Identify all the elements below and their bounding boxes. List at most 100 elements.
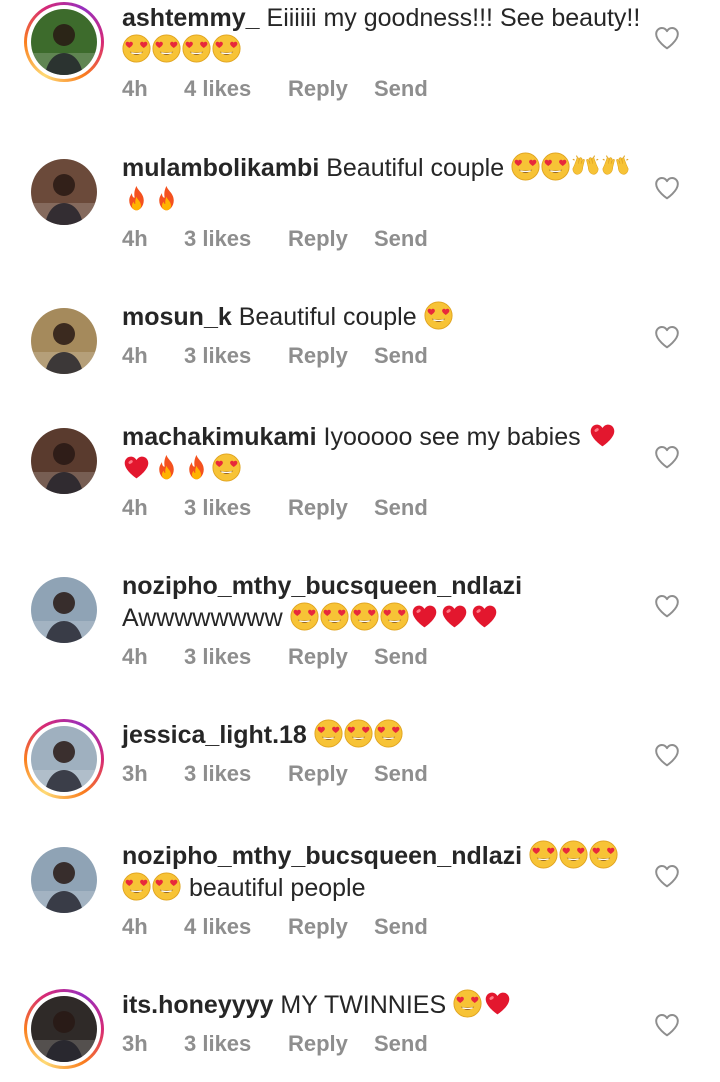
comment-time: 4h — [122, 495, 148, 520]
red-heart-emoji-icon — [485, 992, 510, 1015]
comment-username[interactable]: nozipho_mthy_bucsqueen_ndlazi — [122, 572, 522, 600]
red-heart-emoji-icon — [124, 456, 149, 479]
like-heart-icon[interactable] — [654, 325, 682, 351]
comment-text: nozipho_mthy_bucsqueen_ndlazi Awwwwwwww — [122, 570, 642, 634]
send-button[interactable]: Send — [374, 914, 428, 940]
fire-emoji-icon — [159, 185, 174, 211]
raising-hands-emoji-icon — [572, 155, 599, 175]
fire-emoji-icon — [189, 454, 204, 480]
comment-time: 3h — [122, 1031, 148, 1056]
red-heart-emoji-icon — [442, 605, 466, 628]
avatar[interactable] — [24, 989, 104, 1069]
comment-time: 4h — [122, 76, 148, 101]
comment-likes[interactable]: 3 likes — [184, 761, 288, 787]
comment-text: its.honeyyyy MY TWINNIES — [122, 989, 642, 1021]
comment-time: 4h — [122, 226, 148, 251]
heart-eyes-emoji-icon — [453, 989, 482, 1018]
reply-button[interactable]: Reply — [288, 914, 374, 940]
comment-meta: 4h 3 likes Reply Send — [122, 644, 642, 670]
comment-meta: 4h 3 likes Reply Send — [122, 226, 642, 252]
heart-eyes-emoji-icon — [424, 301, 453, 330]
comment-likes[interactable]: 3 likes — [184, 1031, 288, 1057]
comment-body: jessica_light.18 3h 3 likes Reply Send — [122, 719, 642, 787]
send-button[interactable]: Send — [374, 343, 428, 369]
fire-emoji-icon — [129, 185, 144, 211]
raising-hands-emoji-icon — [602, 155, 629, 175]
comment-meta: 3h 3 likes Reply Send — [122, 761, 642, 787]
comment-meta: 3h 3 likes Reply Send — [122, 1031, 642, 1057]
avatar[interactable] — [24, 2, 104, 82]
send-button[interactable]: Send — [374, 76, 428, 102]
comment-message: Awwwwwwww — [122, 604, 283, 632]
reply-button[interactable]: Reply — [288, 495, 374, 521]
comment-meta: 4h 3 likes Reply Send — [122, 343, 642, 369]
comment-username[interactable]: machakimukami — [122, 423, 317, 451]
heart-eyes-emoji-icon — [122, 872, 151, 901]
red-heart-emoji-icon — [590, 424, 614, 447]
avatar[interactable] — [24, 570, 104, 650]
comment-likes[interactable]: 4 likes — [184, 914, 288, 940]
reply-button[interactable]: Reply — [288, 76, 374, 102]
comment-message: Iyooooo see my babies — [316, 423, 581, 451]
comment-meta: 4h 4 likes Reply Send — [122, 914, 642, 940]
comment-likes[interactable]: 3 likes — [184, 226, 288, 252]
like-heart-icon[interactable] — [654, 864, 682, 890]
like-heart-icon[interactable] — [654, 743, 682, 769]
comment-likes[interactable]: 3 likes — [184, 644, 288, 670]
comment-time: 4h — [122, 914, 148, 939]
avatar[interactable] — [24, 301, 104, 381]
comment-text: jessica_light.18 — [122, 719, 642, 751]
reply-button[interactable]: Reply — [288, 226, 374, 252]
reply-button[interactable]: Reply — [288, 1031, 374, 1057]
comment-body: its.honeyyyy MY TWINNIES 3h 3 likes Reply S… — [122, 989, 642, 1057]
comment-time: 4h — [122, 644, 148, 669]
heart-eyes-emoji-icon — [122, 34, 151, 63]
avatar[interactable] — [24, 840, 104, 920]
like-heart-icon[interactable] — [654, 26, 682, 52]
send-button[interactable]: Send — [374, 495, 428, 521]
comment-meta: 4h 3 likes Reply Send — [122, 495, 642, 521]
send-button[interactable]: Send — [374, 1031, 428, 1057]
comment-body: mulambolikambi Beautiful couple 4h 3 like… — [122, 152, 642, 252]
heart-eyes-emoji-icon — [182, 34, 211, 63]
comment-username[interactable]: jessica_light.18 — [122, 721, 307, 749]
comment-username[interactable]: ashtemmy_ — [122, 4, 260, 32]
comment-text: mosun_k Beautiful couple — [122, 301, 642, 333]
heart-eyes-emoji-icon — [152, 872, 181, 901]
comment-username[interactable]: mosun_k — [122, 303, 232, 331]
comment-message: MY TWINNIES — [273, 991, 447, 1019]
comment-likes[interactable]: 3 likes — [184, 495, 288, 521]
like-heart-icon[interactable] — [654, 1013, 682, 1039]
like-heart-icon[interactable] — [654, 594, 682, 620]
avatar[interactable] — [24, 152, 104, 232]
reply-button[interactable]: Reply — [288, 761, 374, 787]
comment-likes[interactable]: 3 likes — [184, 343, 288, 369]
like-heart-icon[interactable] — [654, 176, 682, 202]
comment-text: nozipho_mthy_bucsqueen_ndlazi beautiful … — [122, 840, 642, 904]
avatar[interactable] — [24, 719, 104, 799]
send-button[interactable]: Send — [374, 226, 428, 252]
comment-meta: 4h 4 likes Reply Send — [122, 76, 642, 102]
heart-eyes-emoji-icon — [589, 840, 618, 869]
comment-username[interactable]: nozipho_mthy_bucsqueen_ndlazi — [122, 842, 522, 870]
comment-message-tail: beautiful people — [182, 874, 366, 902]
reply-button[interactable]: Reply — [288, 343, 374, 369]
comment-likes[interactable]: 4 likes — [184, 76, 288, 102]
comment-username[interactable]: mulambolikambi — [122, 154, 319, 182]
comment-body: nozipho_mthy_bucsqueen_ndlazi beautiful … — [122, 840, 642, 940]
comment-message: Beautiful couple — [231, 303, 417, 331]
comment-time: 3h — [122, 761, 148, 786]
heart-eyes-emoji-icon — [344, 719, 373, 748]
heart-eyes-emoji-icon — [320, 602, 349, 631]
comment-time: 4h — [122, 343, 148, 368]
send-button[interactable]: Send — [374, 761, 428, 787]
like-heart-icon[interactable] — [654, 445, 682, 471]
send-button[interactable]: Send — [374, 644, 428, 670]
comment-username[interactable]: its.honeyyyy — [122, 991, 273, 1019]
heart-eyes-emoji-icon — [314, 719, 343, 748]
avatar[interactable] — [24, 421, 104, 501]
heart-eyes-emoji-icon — [350, 602, 379, 631]
reply-button[interactable]: Reply — [288, 644, 374, 670]
heart-eyes-emoji-icon — [212, 453, 241, 482]
red-heart-emoji-icon — [472, 605, 496, 628]
